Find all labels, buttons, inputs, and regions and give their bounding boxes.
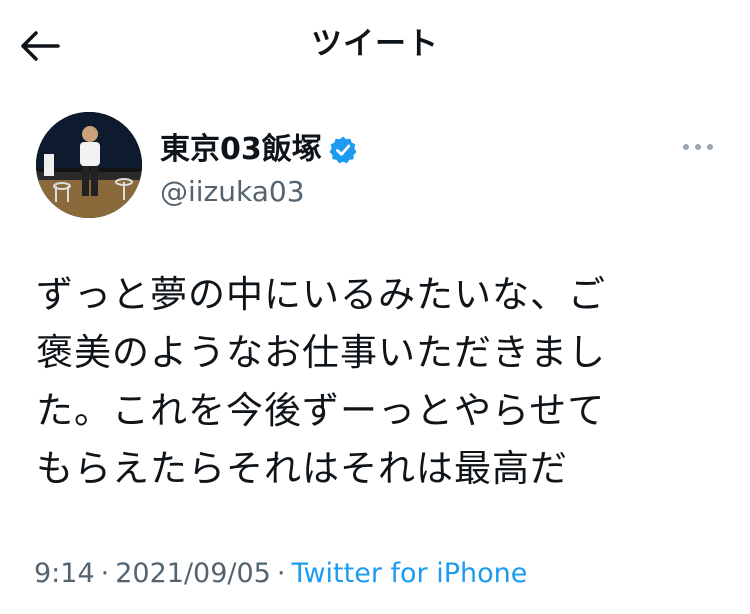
meta-separator: ·	[100, 558, 110, 589]
user-handle[interactable]: @iizuka03	[160, 174, 305, 210]
display-name-row: 東京03飯塚	[160, 130, 358, 170]
tweet-date[interactable]: 2021/09/05	[115, 558, 271, 589]
verified-badge-icon	[328, 135, 358, 165]
tweet-author: 東京03飯塚 @iizuka03	[30, 110, 720, 230]
page-title: ツイート	[311, 26, 439, 62]
avatar-image	[36, 112, 142, 218]
tweet-time[interactable]: 9:14	[34, 558, 95, 589]
display-name[interactable]: 東京03飯塚	[160, 130, 322, 170]
more-horizontal-icon	[683, 144, 713, 150]
top-nav-bar: ツイート	[0, 0, 750, 90]
avatar[interactable]	[36, 112, 142, 218]
more-button[interactable]	[678, 132, 718, 162]
tweet-text: ずっと夢の中にいるみたいな、ご 褒美のようなお仕事いただきまし た。これを今後ず…	[36, 273, 606, 490]
meta-separator: ·	[276, 558, 286, 589]
tweet-source-link[interactable]: Twitter for iPhone	[291, 558, 527, 589]
tweet-metadata: 9:14 · 2021/09/05 · Twitter for iPhone	[34, 556, 527, 592]
